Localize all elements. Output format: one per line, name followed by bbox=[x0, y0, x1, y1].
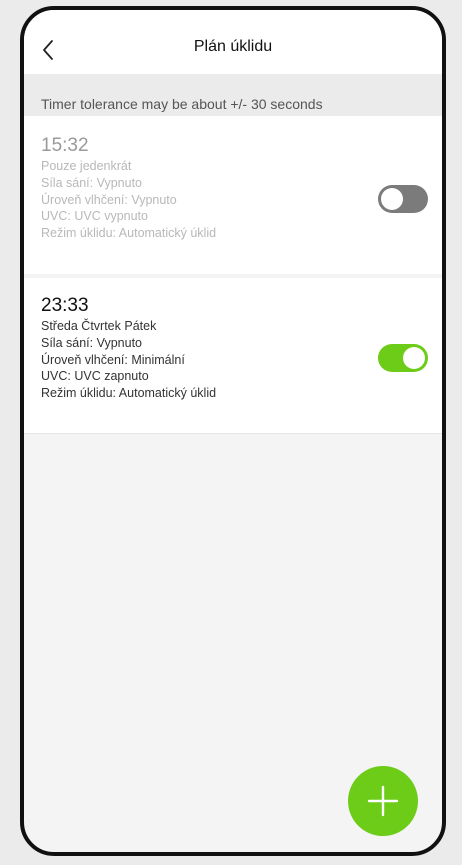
plus-icon bbox=[367, 785, 399, 817]
schedule-toggle[interactable] bbox=[378, 185, 428, 213]
schedule-time: 15:32 bbox=[41, 135, 89, 156]
phone-frame: Plán úklidu Timer tolerance may be about… bbox=[20, 6, 446, 856]
header: Plán úklidu bbox=[24, 10, 442, 74]
schedule-toggle[interactable] bbox=[378, 344, 428, 372]
schedule-item[interactable]: 23:33 Středa Čtvrtek Pátek Síla sání: Vy… bbox=[24, 278, 442, 434]
schedule-time: 23:33 bbox=[41, 295, 89, 316]
timer-tolerance-notice: Timer tolerance may be about +/- 30 seco… bbox=[24, 74, 442, 116]
schedule-repeat: Pouze jedenkrát bbox=[41, 159, 132, 173]
page-title: Plán úklidu bbox=[193, 38, 273, 55]
add-schedule-button[interactable] bbox=[348, 766, 418, 836]
schedule-repeat: Středa Čtvrtek Pátek bbox=[41, 319, 157, 333]
schedule-mode: Režim úklidu: Automatický úklid bbox=[41, 386, 217, 401]
toggle-knob bbox=[403, 347, 425, 369]
schedule-mode: Režim úklidu: Automatický úklid bbox=[41, 226, 217, 241]
schedule-item[interactable]: 15:32 Pouze jedenkrát Síla sání: Vypnuto… bbox=[24, 116, 442, 274]
toggle-knob bbox=[381, 188, 403, 210]
schedule-uvc: UVC: UVC vypnuto bbox=[41, 209, 148, 224]
schedule-uvc: UVC: UVC zapnuto bbox=[41, 369, 149, 384]
